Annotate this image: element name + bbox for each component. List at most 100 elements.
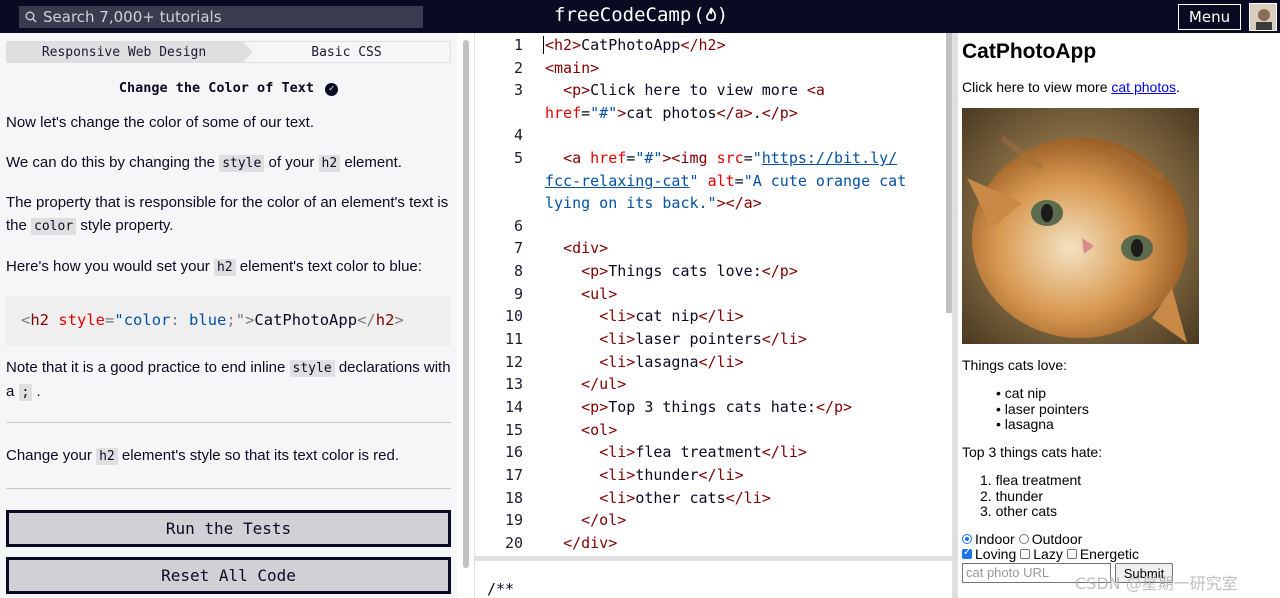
code-line[interactable]: </ul> [545, 375, 626, 393]
indoor-label: Indoor [975, 531, 1015, 547]
p2-text-a: We can do this by changing the [6, 154, 220, 171]
brand-name: freeCodeCamp [554, 4, 692, 26]
line-number: 13 [504, 375, 523, 393]
code-line[interactable]: fcc-relaxing-cat" alt="A cute orange cat [545, 172, 906, 190]
flame-icon: () [693, 4, 729, 26]
cat-photos-link[interactable]: cat photos [1111, 79, 1176, 95]
code-line[interactable]: <p>Click here to view more <a [545, 81, 825, 99]
indoor-radio[interactable] [962, 534, 972, 544]
editor-console-splitter[interactable] [474, 556, 952, 561]
line-number: 10 [504, 307, 523, 325]
line-number: 12 [504, 353, 523, 371]
p4-text-a: Here's how you would set your [6, 258, 214, 275]
p5-text-c: . [32, 383, 41, 400]
paragraph-4: Here's how you would set your h2 element… [6, 255, 452, 279]
p2-text-c: element. [340, 154, 402, 171]
ex-colon: : [170, 311, 180, 329]
code-line[interactable]: <li>thunder</li> [545, 466, 744, 484]
code-line[interactable]: <ul> [545, 285, 617, 303]
energetic-label: Energetic [1079, 546, 1139, 562]
paragraph-6: Change your h2 element's style so that i… [6, 444, 452, 468]
avatar[interactable] [1249, 3, 1277, 31]
ex-end-lt: </ [357, 311, 376, 329]
code-line[interactable]: <li>flea treatment</li> [545, 443, 807, 461]
code-line[interactable]: <li>lasagna</li> [545, 353, 744, 371]
code-line[interactable]: <li>laser pointers</li> [545, 330, 807, 348]
challenge-title: Change the Color of Text ✓ [0, 80, 457, 96]
code-editor[interactable]: 1 2 3 4 5 6 7 8 9 10 11 12 13 14 15 16 17 18 19 20 <h2>CatP… [474, 33, 952, 598]
line-number: 17 [504, 466, 523, 484]
line-number: 7 [513, 239, 523, 257]
example-code-block: <h2 style="color: blue;">CatPhotoApp</h2… [6, 296, 451, 346]
reset-code-button[interactable]: Reset All Code [6, 557, 451, 594]
lazy-checkbox[interactable] [1020, 549, 1031, 559]
p6-text-a: Change your [6, 447, 97, 464]
challenge-title-text: Change the Color of Text [118, 80, 314, 96]
inline-code-h2: h2 [213, 259, 236, 276]
code-line[interactable]: href="#">cat photos</a>.</p> [545, 104, 798, 122]
list-item: 2. thunder [980, 487, 1044, 504]
loving-checkbox[interactable] [962, 547, 972, 559]
top-navbar: Search 7,000+ tutorials freeCodeCamp () … [0, 0, 1280, 33]
ex-semi: ;" [226, 311, 246, 329]
code-line[interactable]: <ol> [545, 421, 617, 439]
p4-text-b: element's text color to blue: [235, 258, 422, 275]
code-line[interactable]: </div> [545, 534, 617, 552]
energetic-checkbox[interactable] [1066, 549, 1077, 559]
divider [6, 422, 451, 423]
instructions-panel: Responsive Web Design Basic CSS Change t… [0, 33, 457, 598]
preview-panel: CatPhotoApp Click here to view more cat … [958, 33, 1280, 598]
p2-text-b: of your [264, 154, 319, 171]
code-line[interactable]: <h2>CatPhotoApp</h2> [545, 36, 726, 54]
ex-close: > [245, 311, 255, 329]
inline-code-semicolon: ; [18, 384, 33, 401]
inline-code-style: style [289, 360, 335, 377]
cat-photo[interactable] [962, 108, 1199, 344]
ex-val2: blue [179, 311, 227, 329]
preview-intro-end: . [1176, 79, 1180, 95]
breadcrumb-block[interactable]: Basic CSS [242, 41, 451, 63]
preview-title: CatPhotoApp [962, 40, 1097, 63]
line-number: 4 [513, 126, 523, 144]
menu-button[interactable]: Menu [1178, 4, 1241, 30]
line-number: 11 [504, 330, 523, 348]
code-line[interactable]: <div> [545, 239, 608, 257]
search-placeholder: Search 7,000+ tutorials [43, 8, 222, 26]
hate-heading: Top 3 things cats hate: [962, 444, 1103, 460]
instructions-scrollbar[interactable] [463, 40, 469, 568]
code-line[interactable]: <p>Things cats love:</p> [545, 262, 798, 280]
code-line[interactable]: lying on its back."></a> [545, 194, 762, 212]
breadcrumb-superblock[interactable]: Responsive Web Design [6, 41, 253, 63]
line-number: 15 [504, 421, 523, 439]
line-number: 20 [504, 534, 523, 552]
search-bar[interactable]: Search 7,000+ tutorials [19, 6, 423, 28]
ex-end-tag: h2 [375, 311, 395, 329]
text-cursor [543, 36, 544, 54]
code-line[interactable]: <li>other cats</li> [545, 489, 771, 507]
brand-logo[interactable]: freeCodeCamp () [554, 4, 728, 26]
code-line[interactable]: <p>Top 3 things cats hate:</p> [545, 398, 852, 416]
list-item: • laser pointers [996, 400, 1089, 417]
line-number: 9 [513, 285, 523, 303]
code-line[interactable]: <a href="#"><img src="https://bit.ly/ [545, 149, 897, 167]
code-line[interactable]: </ol> [545, 511, 626, 529]
list-item: 3. other cats [980, 503, 1058, 519]
code-line[interactable]: <li>cat nip</li> [545, 307, 744, 325]
paragraph-5: Note that it is a good practice to end i… [6, 356, 452, 404]
paragraph-1: Now let's change the color of some of ou… [6, 114, 315, 131]
preview-intro-text: Click here to view more [962, 79, 1112, 95]
paragraph-2: We can do this by changing the style of … [6, 151, 452, 175]
completed-check-icon: ✓ [325, 83, 339, 96]
line-number: 19 [504, 511, 523, 529]
personality-row: Loving Lazy Energetic [962, 546, 1139, 562]
ex-end-gt: > [394, 311, 404, 329]
outdoor-radio[interactable] [1018, 534, 1029, 544]
ex-open: h2 [30, 311, 50, 329]
divider [6, 488, 451, 489]
hate-list: 1. flea treatment 2. thunder 3. other ca… [980, 472, 1081, 520]
line-number: 3 [513, 81, 523, 99]
line-number: 1 [513, 36, 523, 54]
line-number: 16 [504, 443, 523, 461]
code-line[interactable]: <main> [545, 59, 599, 77]
run-tests-button[interactable]: Run the Tests [6, 510, 451, 547]
